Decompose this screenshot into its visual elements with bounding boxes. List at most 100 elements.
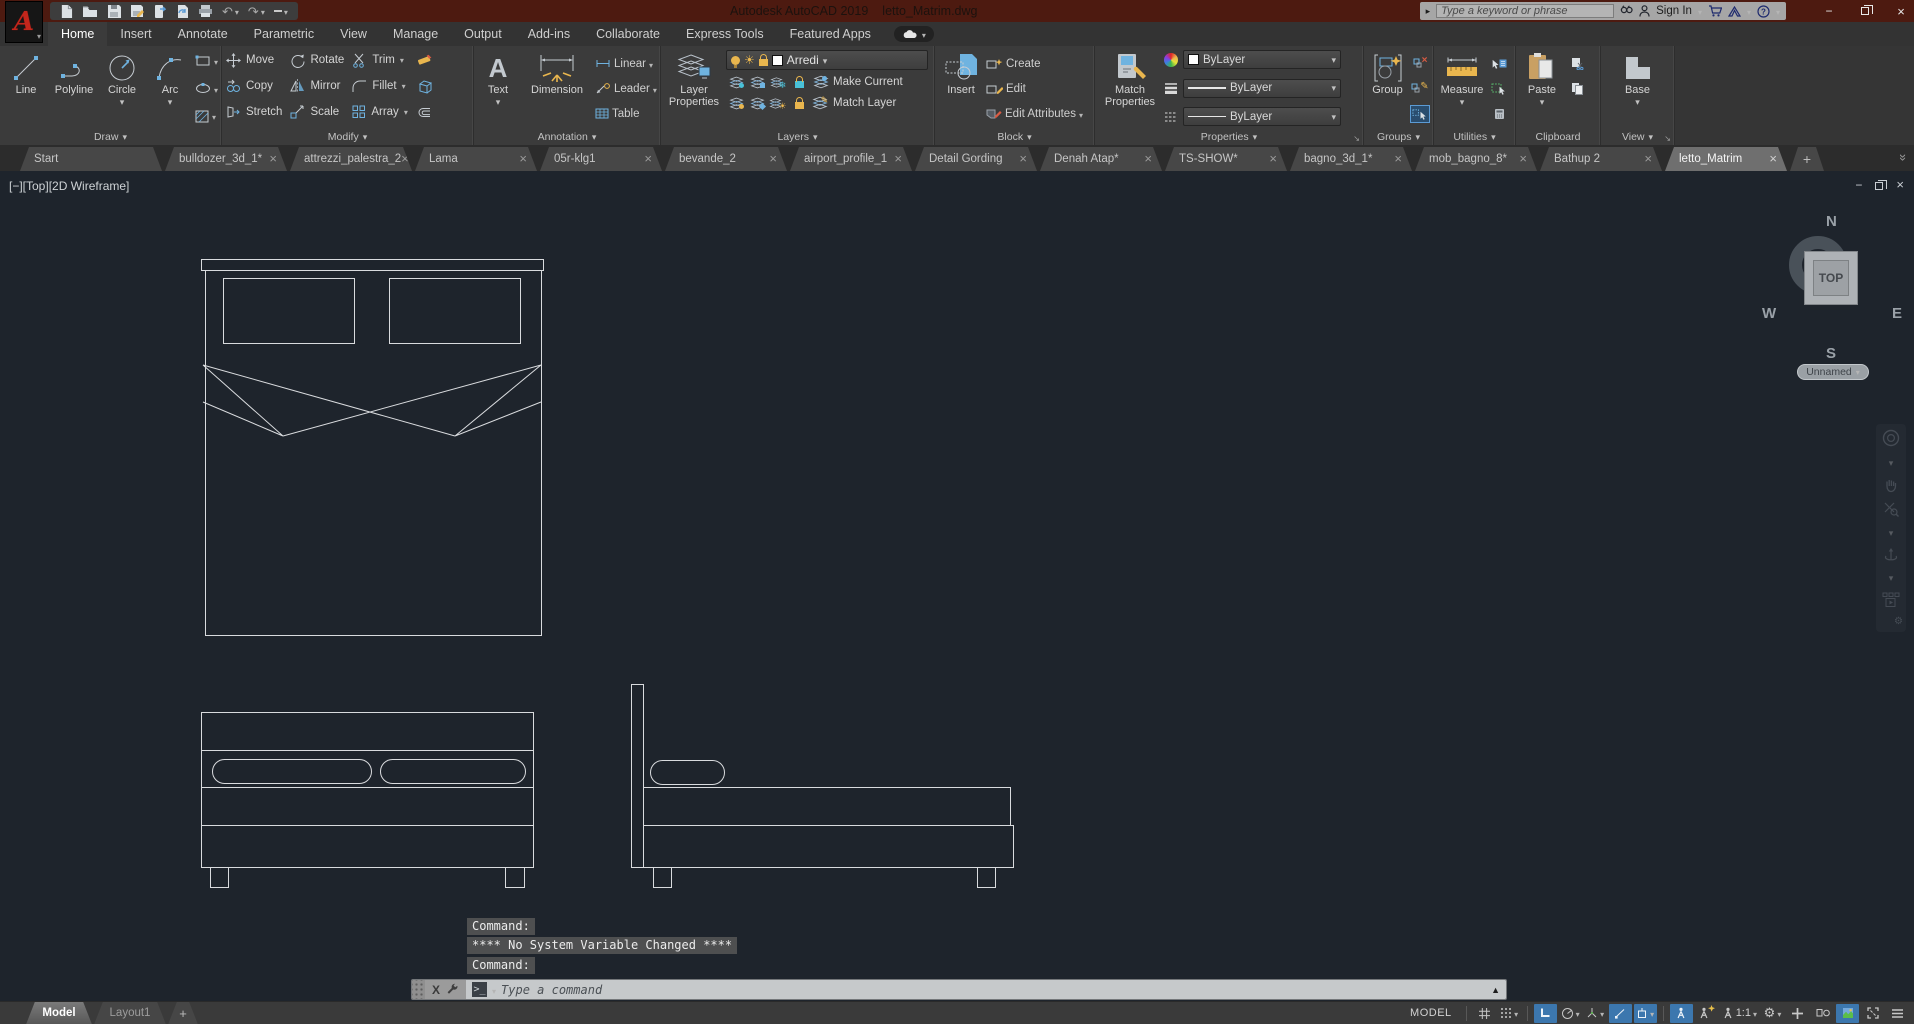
panel-label-view[interactable]: View↘ — [1601, 129, 1674, 145]
file-tab[interactable]: Denah Atap* — [1040, 147, 1162, 171]
redo-dropdown[interactable] — [261, 4, 265, 18]
navigation-bar[interactable]: ⚙ — [1876, 424, 1906, 632]
model-space-viewport[interactable]: [−][Top][2D Wireframe] − N W E S TOP Unn… — [0, 171, 1914, 1001]
grid-toggle[interactable] — [1473, 1004, 1496, 1023]
tab-add-ins[interactable]: Add-ins — [515, 22, 583, 46]
object-color-select[interactable]: ByLayer — [1183, 50, 1341, 69]
layer-unlock2-icon[interactable] — [789, 94, 809, 112]
tab-close-icon[interactable] — [894, 152, 902, 166]
annotation-scale-dropdown[interactable] — [1753, 1006, 1757, 1020]
tab-annotate[interactable]: Annotate — [165, 22, 241, 46]
paste-dropdown[interactable] — [1540, 96, 1545, 108]
move-button[interactable]: Move — [226, 52, 282, 68]
ellipse-tool-button[interactable] — [195, 79, 218, 99]
layer-restore-icon[interactable] — [747, 94, 767, 112]
tab-manage[interactable]: Manage — [380, 22, 451, 46]
table-button[interactable]: Table — [595, 104, 657, 124]
scale-button[interactable]: Scale — [290, 105, 344, 119]
zoom-extents-icon[interactable] — [1883, 501, 1899, 517]
file-tab[interactable]: TS-SHOW* — [1165, 147, 1287, 171]
panel-label-annotation[interactable]: Annotation — [474, 129, 660, 145]
base-button[interactable]: Base — [1612, 48, 1664, 129]
autodesk-app-dropdown[interactable] — [1747, 4, 1751, 18]
polar-tracking-toggle[interactable] — [1559, 1004, 1582, 1023]
tab-parametric[interactable]: Parametric — [241, 22, 327, 46]
cut-button[interactable] — [1567, 54, 1587, 72]
help-icon[interactable]: ? — [1757, 4, 1770, 18]
properties-dialog-launcher[interactable]: ↘ — [1353, 134, 1360, 143]
tab-overflow-chevrons-icon[interactable]: » — [1896, 154, 1911, 159]
sign-in-button[interactable]: Sign In — [1656, 5, 1692, 17]
layer-properties-button[interactable]: Layer Properties — [664, 48, 724, 129]
sign-in-dropdown[interactable] — [1698, 4, 1702, 18]
viewcube-south[interactable]: S — [1826, 345, 1836, 362]
trim-button[interactable]: Trim — [352, 53, 408, 68]
paste-button[interactable]: Paste — [1519, 48, 1565, 129]
close-button[interactable] — [1894, 4, 1908, 18]
fillet-button[interactable]: Fillet — [352, 79, 408, 93]
viewcube-north[interactable]: N — [1826, 213, 1837, 230]
file-tab[interactable]: mob_bagno_8* — [1415, 147, 1537, 171]
save-as-icon[interactable] — [130, 4, 145, 18]
linear-dropdown[interactable] — [649, 57, 653, 71]
transfer-mobile-icon[interactable] — [154, 4, 166, 19]
tab-close-icon[interactable] — [1019, 152, 1027, 166]
layer-unlock-icon[interactable] — [758, 53, 768, 66]
undo-dropdown[interactable] — [235, 4, 239, 18]
command-close-icon[interactable]: X — [432, 983, 440, 997]
customization-menu-button[interactable] — [1886, 1004, 1909, 1023]
polyline-button[interactable]: Polyline — [51, 48, 97, 129]
arc-button[interactable]: Arc — [147, 48, 193, 129]
clean-screen-toggle[interactable] — [1861, 1004, 1884, 1023]
layer-color-swatch[interactable] — [771, 54, 783, 66]
line-button[interactable]: Line — [3, 48, 49, 129]
app-store-cart-icon[interactable] — [1708, 5, 1722, 17]
annotation-autoscale-toggle[interactable] — [1695, 1004, 1718, 1023]
workspace-switching-button[interactable]: ⚙ — [1761, 1004, 1784, 1023]
tab-close-icon[interactable] — [401, 152, 409, 166]
tab-close-icon[interactable] — [1269, 152, 1277, 166]
polar-dropdown[interactable] — [1576, 1006, 1580, 1020]
layer-thaw-all-icon[interactable]: ☀ — [768, 94, 788, 112]
array-button[interactable]: Array — [352, 105, 408, 119]
panel-label-block[interactable]: Block — [935, 129, 1094, 145]
navigation-wheel-icon[interactable] — [1882, 429, 1900, 447]
tab-view[interactable]: View — [327, 22, 380, 46]
edit-block-button[interactable]: Edit — [986, 79, 1083, 99]
isolate-objects-button[interactable] — [1811, 1004, 1834, 1023]
layer-lock-icon[interactable] — [789, 73, 809, 91]
autodesk-app-icon[interactable] — [1727, 5, 1741, 17]
layer-on-icon[interactable] — [731, 55, 740, 68]
qat-customize-button[interactable] — [273, 4, 288, 18]
tab-close-icon[interactable] — [1519, 152, 1527, 166]
panel-label-properties[interactable]: Properties↘ — [1095, 129, 1363, 145]
showmotion-icon[interactable] — [1882, 592, 1900, 608]
annotation-visibility-toggle[interactable] — [1669, 1003, 1693, 1023]
file-tab[interactable]: bevande_2 — [665, 147, 787, 171]
leader-button[interactable]: Leader — [595, 79, 657, 99]
make-current-icon[interactable] — [810, 73, 830, 91]
tab-featured-apps[interactable]: Featured Apps — [777, 22, 884, 46]
layer-thaw-icon[interactable]: ☀ — [744, 54, 755, 66]
panel-label-modify[interactable]: Modify — [222, 129, 473, 145]
pan-icon[interactable] — [1883, 477, 1899, 493]
circle-button[interactable]: Circle — [99, 48, 145, 129]
panel-label-draw[interactable]: Draw — [0, 129, 221, 145]
snap-dropdown[interactable] — [1514, 1006, 1518, 1020]
tab-close-icon[interactable] — [1769, 152, 1777, 166]
base-dropdown[interactable] — [1635, 96, 1640, 108]
connect-cloud-button[interactable] — [893, 26, 934, 42]
workspace-dropdown[interactable] — [1777, 1006, 1781, 1020]
orbit-icon[interactable] — [1883, 546, 1899, 562]
select-similar-button[interactable] — [1489, 80, 1509, 98]
cloud-open-icon[interactable] — [175, 4, 189, 19]
match-layer-icon[interactable]: ✎ — [810, 94, 830, 112]
undo-button[interactable]: ↶ — [222, 4, 239, 18]
mirror-button[interactable]: Mirror — [290, 79, 344, 93]
file-tab[interactable]: Lama — [415, 147, 537, 171]
lineweight-select[interactable]: ByLayer — [1183, 78, 1341, 98]
navbar-customize-gear-icon[interactable]: ⚙ — [1894, 616, 1903, 627]
tab-close-icon[interactable] — [769, 152, 777, 166]
quick-select-button[interactable] — [1489, 55, 1509, 73]
command-input-area[interactable]: >_ ▲ — [466, 980, 1506, 999]
